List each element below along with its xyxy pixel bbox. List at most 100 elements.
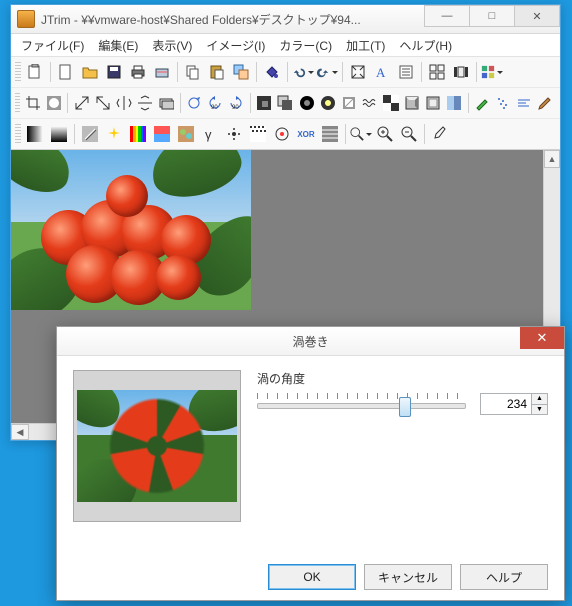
angle-slider[interactable] [257,391,466,417]
bevel-button[interactable] [401,91,422,115]
angle-spin-up[interactable]: ▲ [532,394,547,405]
close-button[interactable]: ✕ [514,5,560,27]
marker-button[interactable] [472,91,493,115]
wave-button[interactable] [359,91,380,115]
separator [421,62,422,82]
rotate-right-button[interactable]: 90 [226,91,247,115]
canvas-button[interactable] [92,91,113,115]
pixelate-button[interactable] [222,122,246,146]
new-from-clipboard-button[interactable] [23,60,47,84]
vignette-button[interactable] [296,91,317,115]
app-icon [17,10,35,28]
fit-window-button[interactable] [346,60,370,84]
separator [250,93,251,113]
mirror-h-button[interactable] [113,91,134,115]
circle-crop-button[interactable] [43,91,64,115]
eyedropper-button[interactable] [428,122,452,146]
window-title: JTrim - ¥¥vmware-host¥Shared Folders¥デスク… [41,11,425,28]
hue-button[interactable] [150,122,174,146]
angle-input[interactable] [480,393,532,415]
undo-button[interactable] [291,60,315,84]
dialog-titlebar[interactable]: 渦巻き ✕ [57,327,564,356]
resize-button[interactable] [71,91,92,115]
copy-button[interactable] [181,60,205,84]
menu-process[interactable]: 加工(T) [340,35,391,56]
minimize-button[interactable]: — [424,5,470,27]
mirror-v-button[interactable] [135,91,156,115]
preferences-button[interactable] [394,60,418,84]
xor-button[interactable]: XOR [294,122,318,146]
cancel-button[interactable]: キャンセル [364,564,452,590]
solid-frame-button[interactable] [338,91,359,115]
slideshow-button[interactable] [449,60,473,84]
shift-button[interactable] [156,91,177,115]
gamma-button[interactable]: γ [198,122,222,146]
svg-text:90: 90 [211,105,218,111]
fill-button[interactable] [260,60,284,84]
preview-box [73,370,241,522]
menu-image[interactable]: イメージ(I) [200,35,271,56]
dither-button[interactable] [246,122,270,146]
glass-button[interactable] [444,91,465,115]
dialog-footer: OK キャンセル ヘルプ [57,554,564,600]
rotate-free-button[interactable] [184,91,205,115]
zoom-out-button[interactable] [397,122,421,146]
ok-button[interactable]: OK [268,564,356,590]
menu-file[interactable]: ファイル(F) [15,35,90,56]
soft-button[interactable] [254,91,275,115]
brush-button[interactable] [535,91,556,115]
menu-color[interactable]: カラー(C) [273,35,338,56]
grip-icon[interactable] [15,124,21,144]
svg-text:90: 90 [232,105,239,111]
titlebar[interactable]: JTrim - ¥¥vmware-host¥Shared Folders¥デスク… [11,5,560,34]
separator [256,62,257,82]
slider-thumb[interactable] [399,397,411,417]
gradient2-button[interactable] [47,122,71,146]
rotate-left-button[interactable]: 90 [205,91,226,115]
dialog-close-button[interactable]: ✕ [520,327,564,349]
menu-view[interactable]: 表示(V) [146,35,198,56]
tile-button[interactable] [318,122,342,146]
text-button[interactable]: A [370,60,394,84]
print-button[interactable] [126,60,150,84]
sparkle-button[interactable] [102,122,126,146]
grip-icon[interactable] [15,62,21,82]
new-button[interactable] [54,60,78,84]
save-button[interactable] [102,60,126,84]
open-button[interactable] [78,60,102,84]
grip-icon[interactable] [15,93,20,113]
angle-spin-down[interactable]: ▼ [532,405,547,415]
menu-edit[interactable]: 編集(E) [92,35,144,56]
gradient1-button[interactable] [23,122,47,146]
toolbar-row-1: A [11,57,560,88]
emboss-button[interactable] [78,122,102,146]
checker-button[interactable] [380,91,401,115]
shadow-button[interactable] [275,91,296,115]
wind-button[interactable] [514,91,535,115]
oil-button[interactable] [174,122,198,146]
separator [342,62,343,82]
separator [74,124,75,144]
paste-button[interactable] [205,60,229,84]
crop-button[interactable] [22,91,43,115]
dialog-title: 渦巻き [292,333,328,350]
zoom-in-button[interactable] [373,122,397,146]
toolbars: A 90 90 [11,57,560,150]
zoom-button[interactable] [349,122,373,146]
spotlight-button[interactable] [317,91,338,115]
help-button[interactable]: ヘルプ [460,564,548,590]
angle-label: 渦の角度 [257,370,548,387]
diffuse-button[interactable] [270,122,294,146]
maximize-button[interactable]: □ [469,5,515,27]
scanner-button[interactable] [150,60,174,84]
redo-button[interactable] [315,60,339,84]
dialog-controls: 渦の角度 ▲ ▼ [257,370,548,548]
compose-button[interactable] [229,60,253,84]
menu-help[interactable]: ヘルプ(H) [393,35,458,56]
rainbow-button[interactable] [126,122,150,146]
thumbnails-button[interactable] [425,60,449,84]
image-view[interactable] [11,150,251,310]
spray-button[interactable] [493,91,514,115]
wallpaper-button[interactable] [480,60,504,84]
button-3d-button[interactable] [423,91,444,115]
